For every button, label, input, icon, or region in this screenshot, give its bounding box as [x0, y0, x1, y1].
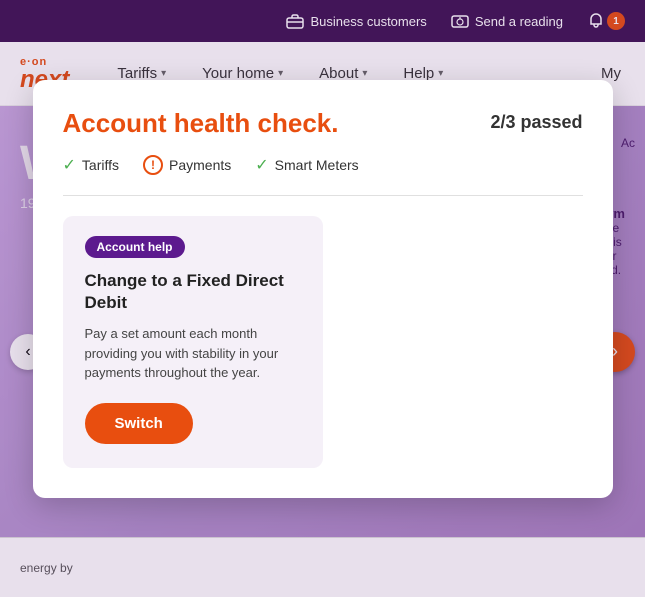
modal-overlay: Account health check. 2/3 passed ✓ Tarif… — [0, 0, 645, 597]
modal-title: Account health check. — [63, 108, 339, 139]
check-items-row: ✓ Tariffs ! Payments ✓ Smart Meters — [63, 155, 583, 175]
check-smart-meters-label: Smart Meters — [275, 157, 359, 173]
modal-divider — [63, 195, 583, 196]
check-tariffs: ✓ Tariffs — [63, 155, 120, 175]
check-smart-meters: ✓ Smart Meters — [255, 155, 358, 175]
card-title: Change to a Fixed Direct Debit — [85, 270, 301, 314]
modal-passed: 2/3 passed — [490, 112, 582, 133]
card-tag: Account help — [85, 236, 185, 258]
check-payments: ! Payments — [143, 155, 231, 175]
check-payments-label: Payments — [169, 157, 231, 173]
modal-header: Account health check. 2/3 passed — [63, 108, 583, 139]
checkmark-icon: ✓ — [63, 155, 76, 175]
checkmark-icon: ✓ — [255, 155, 268, 175]
warning-icon: ! — [143, 155, 163, 175]
card-description: Pay a set amount each month providing yo… — [85, 324, 301, 383]
account-health-modal: Account health check. 2/3 passed ✓ Tarif… — [33, 80, 613, 498]
check-tariffs-label: Tariffs — [82, 157, 119, 173]
switch-button[interactable]: Switch — [85, 403, 193, 444]
account-help-card: Account help Change to a Fixed Direct De… — [63, 216, 323, 468]
